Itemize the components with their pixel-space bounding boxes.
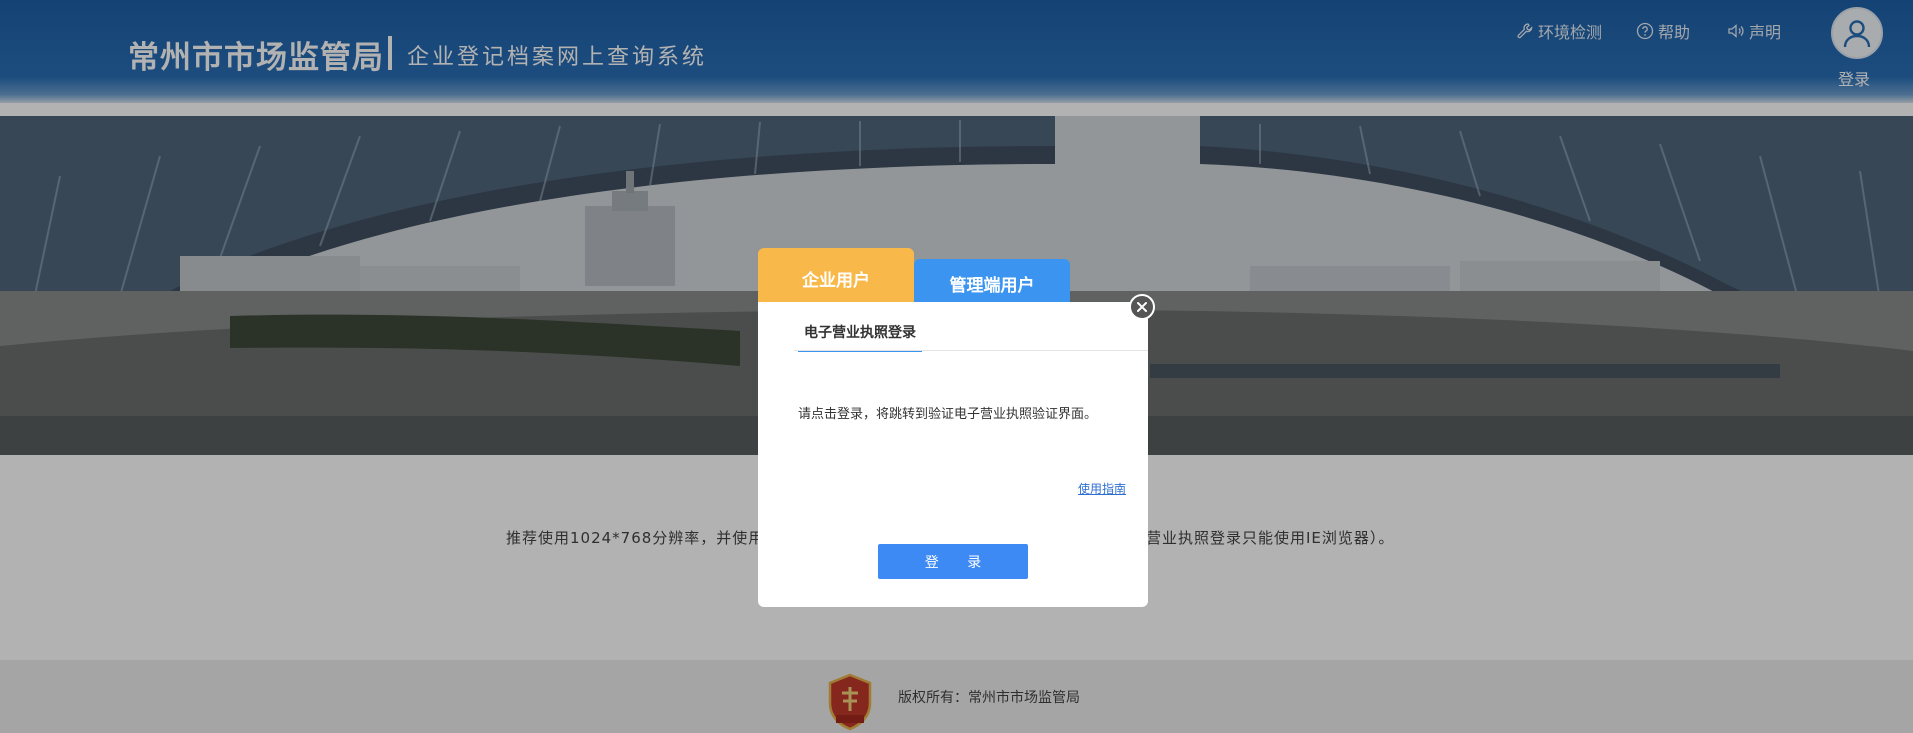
login-modal: 电子营业执照登录 请点击登录，将跳转到验证电子营业执照验证界面。 使用指南 登 …	[758, 302, 1148, 607]
close-button[interactable]	[1129, 294, 1155, 320]
login-button[interactable]: 登 录	[878, 544, 1028, 579]
guide-link[interactable]: 使用指南	[1078, 480, 1126, 497]
tab-enterprise-label: 企业用户	[802, 271, 870, 291]
subtab-divider	[794, 350, 1148, 351]
subtab-e-license-login[interactable]: 电子营业执照登录	[798, 322, 922, 352]
tab-enterprise-user[interactable]: 企业用户	[758, 248, 914, 304]
tab-admin-label: 管理端用户	[949, 276, 1035, 296]
close-icon	[1137, 302, 1147, 312]
tab-admin-user[interactable]: 管理端用户	[914, 259, 1070, 305]
login-description: 请点击登录，将跳转到验证电子营业执照验证界面。	[798, 407, 1098, 422]
